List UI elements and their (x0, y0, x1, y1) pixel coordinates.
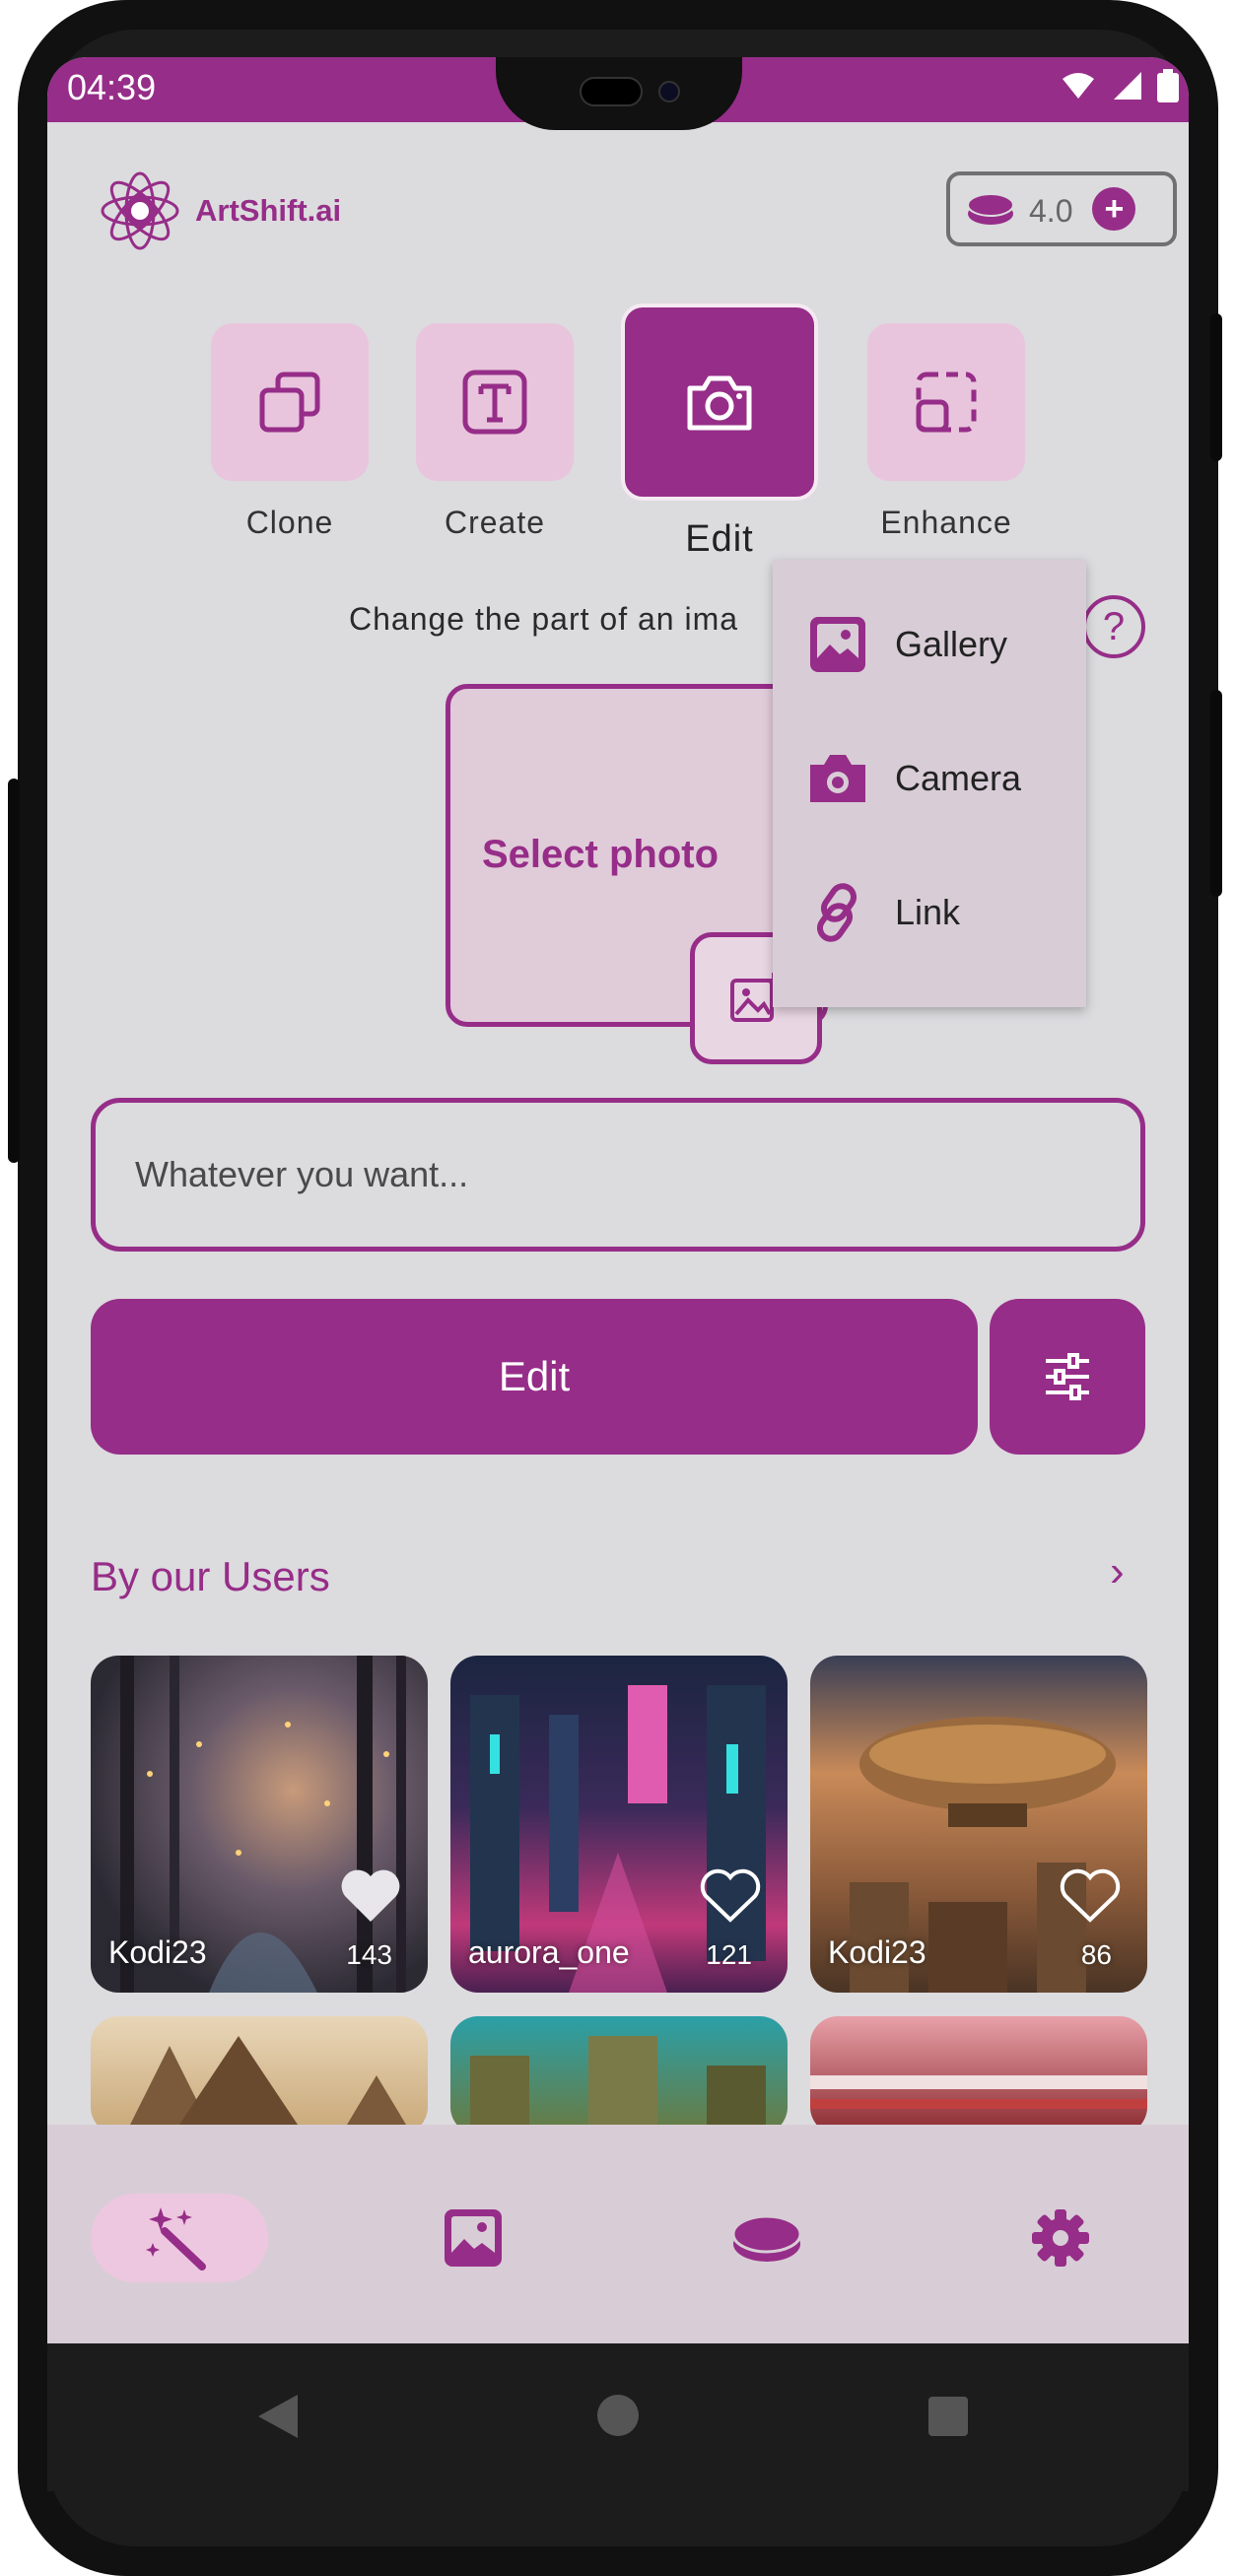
mode-create-tile[interactable] (416, 323, 574, 481)
edit-button[interactable]: Edit (91, 1299, 978, 1455)
nav-credits[interactable] (678, 2194, 856, 2282)
heart-icon[interactable] (339, 1866, 402, 1924)
back-icon[interactable] (256, 2393, 300, 2440)
card-username: aurora_one (468, 1934, 630, 1970)
select-photo-label: Select photo (482, 833, 720, 876)
gallery-card[interactable]: aurora_one 121 (450, 1656, 788, 1993)
mode-clone-tile[interactable] (211, 323, 369, 481)
card-like-count: 143 (346, 1939, 392, 1970)
mode-clone[interactable]: Clone (211, 323, 369, 541)
credits-value: 4.0 (1029, 192, 1073, 229)
gallery-card[interactable] (810, 2016, 1147, 2135)
mode-edit-tile[interactable] (621, 304, 818, 501)
card-username: Kodi23 (828, 1934, 926, 1970)
copy-icon (259, 372, 320, 433)
crop-expand-icon (916, 372, 977, 433)
ruins-image (470, 2036, 766, 2135)
gallery-card[interactable] (91, 2016, 428, 2135)
mode-description: Change the part of an ima (349, 601, 739, 637)
pyramids-image (130, 2036, 406, 2125)
menu-item-camera[interactable]: Camera (808, 749, 1021, 808)
mode-clone-label: Clone (245, 505, 334, 540)
nav-gallery[interactable] (384, 2194, 562, 2282)
gallery-card[interactable]: Kodi23 86 (810, 1656, 1147, 1993)
camera-icon (810, 755, 865, 802)
menu-label-gallery: Gallery (895, 624, 1008, 664)
battery-icon (1157, 69, 1179, 102)
section-title: By our Users (91, 1553, 330, 1599)
text-box-icon (462, 370, 527, 435)
prompt-input[interactable] (135, 1154, 1140, 1195)
adjust-settings-button[interactable] (990, 1299, 1145, 1455)
credits-balance[interactable]: 4.0 + (946, 171, 1177, 246)
gallery-icon (810, 617, 865, 672)
magic-wand-icon (146, 2207, 206, 2271)
mode-enhance-tile[interactable] (867, 323, 1025, 481)
card-username: Kodi23 (108, 1934, 207, 1970)
app-name: ArtShift.ai (195, 193, 342, 228)
camera-notch (496, 57, 742, 130)
image-icon (445, 2209, 502, 2267)
mode-edit-label: Edit (685, 518, 754, 560)
lotus-logo-icon (101, 171, 179, 250)
gear-icon (1032, 2209, 1089, 2267)
menu-label-camera: Camera (895, 758, 1022, 798)
volume-button (1210, 313, 1222, 461)
card-like-count: 121 (706, 1939, 752, 1970)
coin-icon (731, 2214, 802, 2262)
sliders-icon (1046, 1353, 1089, 1400)
app-screen: 04:39 ArtShift.ai 4.0 + Clone Create Edi… (47, 57, 1189, 2343)
mode-enhance-label: Enhance (880, 505, 1012, 540)
power-button (1210, 690, 1222, 897)
front-camera (658, 81, 680, 102)
speaker-grille (580, 77, 643, 106)
gallery-card[interactable]: Kodi23 143 (91, 1656, 428, 1993)
mode-create[interactable]: Create (416, 323, 574, 541)
nav-settings[interactable] (972, 2194, 1149, 2282)
add-credits-button[interactable]: + (1092, 187, 1136, 231)
help-button[interactable]: ? (1082, 595, 1145, 658)
status-icons (1061, 69, 1179, 102)
heart-outline-icon[interactable] (1059, 1866, 1122, 1924)
menu-item-gallery[interactable]: Gallery (808, 615, 1007, 674)
wifi-icon (1063, 73, 1094, 99)
camera-icon (687, 375, 752, 431)
card-like-count: 86 (1080, 1939, 1112, 1970)
chevron-right-icon[interactable]: › (1110, 1547, 1125, 1596)
nav-create[interactable] (91, 2194, 268, 2282)
home-icon[interactable] (595, 2393, 641, 2438)
heart-outline-icon[interactable] (699, 1866, 762, 1924)
menu-item-link[interactable]: Link (808, 883, 960, 942)
system-navigation-bar (47, 2343, 1189, 2491)
coin-icon (967, 193, 1014, 225)
prompt-field[interactable] (91, 1098, 1145, 1252)
mode-create-label: Create (444, 505, 546, 540)
status-time: 04:39 (67, 67, 157, 107)
link-icon (816, 883, 858, 942)
photo-source-menu: Gallery Camera Link (773, 560, 1086, 1007)
side-button (8, 779, 20, 1163)
app-logo: ArtShift.ai (95, 166, 341, 256)
recents-icon[interactable] (926, 2395, 970, 2438)
mode-enhance[interactable]: Enhance (867, 323, 1025, 541)
menu-label-link: Link (895, 892, 961, 932)
gallery-card[interactable] (450, 2016, 788, 2135)
diner-image (810, 2075, 1147, 2109)
bottom-navigation (47, 2125, 1189, 2343)
cellular-signal-icon (1114, 72, 1141, 100)
mode-edit[interactable]: Edit (621, 304, 818, 561)
